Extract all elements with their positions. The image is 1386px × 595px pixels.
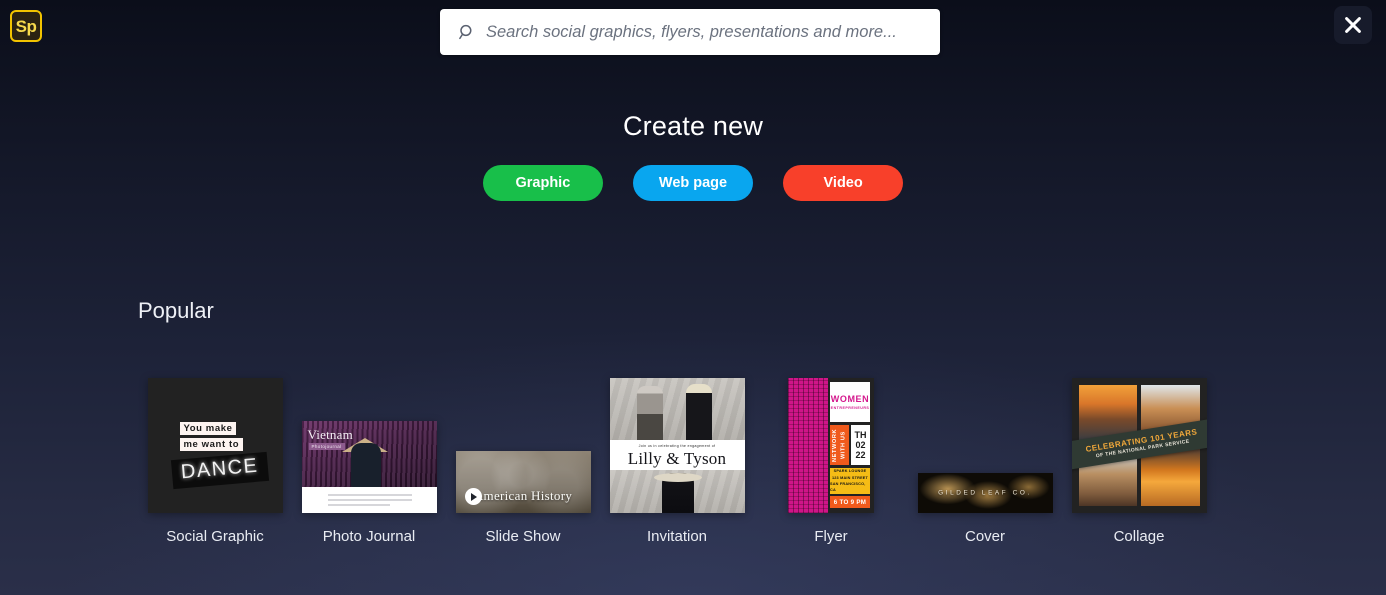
template-card-invitation[interactable]: Join us in celebrating the engagement of… xyxy=(600,378,754,545)
create-video-label: Video xyxy=(823,175,863,191)
flyer-month: 02 xyxy=(855,439,866,450)
invitation-names: Lilly & Tyson xyxy=(627,449,727,468)
thumbnail-collage[interactable]: CELEBRATING 101 YEARS OF THE NATIONAL PA… xyxy=(1071,378,1207,513)
placeholder-text-line xyxy=(327,499,412,501)
card-label-social-graphic: Social Graphic xyxy=(166,528,264,545)
card-label-flyer: Flyer xyxy=(814,528,848,545)
template-card-photo-journal[interactable]: Vietnam Photojournal Photo Journal xyxy=(292,421,446,545)
create-webpage-label: Web page xyxy=(658,175,728,191)
close-button[interactable] xyxy=(1334,6,1372,44)
app-logo[interactable]: Sp xyxy=(10,10,42,42)
photo-journal-subtitle: Photojournal xyxy=(308,443,345,450)
create-new-title: Create new xyxy=(622,111,764,141)
template-card-collage[interactable]: CELEBRATING 101 YEARS OF THE NATIONAL PA… xyxy=(1062,378,1216,545)
cover-title: GILDED LEAF CO. xyxy=(938,489,1032,497)
placeholder-text-line xyxy=(327,504,390,506)
invitation-top-photo xyxy=(609,378,745,440)
flyer-heading-block: WOMEN ENTREPRENEURS xyxy=(830,382,870,422)
card-label-invitation: Invitation xyxy=(646,528,708,545)
thumbnail-social-graphic[interactable]: You make me want to DANCE xyxy=(147,378,283,513)
flyer-subheading: ENTREPRENEURS xyxy=(830,406,870,410)
thumbnail-slide-show[interactable]: American History xyxy=(455,451,591,513)
close-icon xyxy=(1345,17,1361,33)
thumbnail-cover[interactable]: GILDED LEAF CO. xyxy=(917,473,1053,513)
template-card-flyer[interactable]: WOMEN ENTREPRENEURS NETWORK WITH US TH 0… xyxy=(754,378,908,545)
card-label-cover: Cover xyxy=(964,528,1005,545)
create-graphic-label: Graphic xyxy=(515,175,571,191)
sun-hat-icon xyxy=(653,473,702,482)
flyer-city: SAN FRANCISCO, CA xyxy=(830,482,866,493)
app-logo-text: Sp xyxy=(15,16,37,36)
invitation-figure-woman xyxy=(685,384,712,440)
play-icon[interactable] xyxy=(464,488,482,505)
flyer-date-block: TH 02 22 xyxy=(851,425,870,465)
flyer-vertical-banner: NETWORK WITH US xyxy=(830,425,849,465)
social-graphic-line1: You make xyxy=(179,422,237,435)
popular-section-title: Popular xyxy=(138,298,214,323)
popular-card-list: You make me want to DANCE Social Graphic… xyxy=(138,360,1248,545)
template-card-cover[interactable]: GILDED LEAF CO. Cover xyxy=(908,473,1062,545)
flyer-venue-block: SPARK LOUNGE 123 MAIN STREET SAN FRANCIS… xyxy=(830,468,870,494)
create-video-button[interactable]: Video xyxy=(783,165,904,201)
create-webpage-button[interactable]: Web page xyxy=(632,165,754,201)
template-card-slide-show[interactable]: American History Slide Show xyxy=(446,451,600,545)
flyer-hours: 6 TO 9 PM xyxy=(830,496,870,508)
placeholder-text-line xyxy=(327,494,412,496)
social-graphic-headline: DANCE xyxy=(170,451,269,490)
invitation-figure-man xyxy=(636,386,663,440)
create-graphic-button[interactable]: Graphic xyxy=(482,165,603,201)
create-new-buttons: Graphic Web page Video xyxy=(0,165,1386,201)
card-label-collage: Collage xyxy=(1113,528,1165,545)
search-input[interactable] xyxy=(486,9,940,55)
flyer-heading: WOMEN xyxy=(830,394,870,404)
flyer-vertical-text: NETWORK WITH US xyxy=(832,428,847,462)
search-icon xyxy=(459,24,472,40)
card-label-slide-show: Slide Show xyxy=(485,528,561,545)
photo-journal-figure xyxy=(350,443,381,487)
thumbnail-flyer[interactable]: WOMEN ENTREPRENEURS NETWORK WITH US TH 0… xyxy=(788,378,874,513)
flyer-pattern-panel xyxy=(788,378,828,513)
photo-journal-title: Vietnam xyxy=(307,427,353,442)
social-graphic-line2: me want to xyxy=(179,438,244,451)
flyer-year: 22 xyxy=(855,450,866,461)
thumbnail-invitation[interactable]: Join us in celebrating the engagement of… xyxy=(609,378,745,513)
template-card-social-graphic[interactable]: You make me want to DANCE Social Graphic xyxy=(138,378,292,545)
invitation-kicker: Join us in celebrating the engagement of xyxy=(638,444,716,448)
thumbnail-photo-journal[interactable]: Vietnam Photojournal xyxy=(301,421,437,513)
search-bar[interactable] xyxy=(440,9,940,55)
card-label-photo-journal: Photo Journal xyxy=(322,528,416,545)
flyer-day: TH xyxy=(854,429,867,440)
